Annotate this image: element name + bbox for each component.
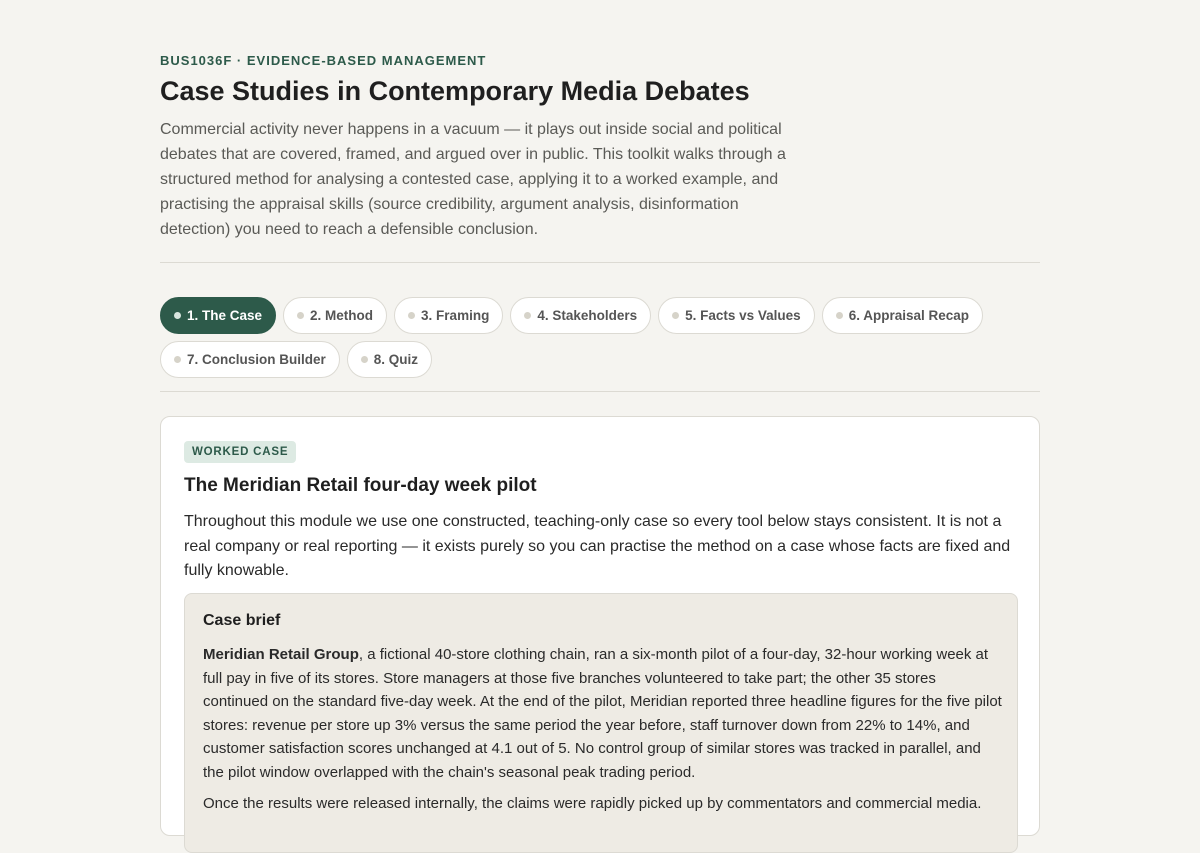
tab-appraisal-recap[interactable]: 6. Appraisal Recap bbox=[821, 297, 983, 334]
tab-dot-icon bbox=[672, 312, 680, 319]
case-brief-body: Meridian Retail Group, a fictional 40-st… bbox=[203, 643, 1003, 784]
tab-method[interactable]: 2. Method bbox=[283, 297, 388, 334]
tab-label: 5. Facts vs Values bbox=[685, 308, 801, 323]
tab-label: 3. Framing bbox=[421, 308, 490, 323]
tab-dot-icon bbox=[835, 312, 843, 319]
tab-dot-icon bbox=[524, 312, 532, 319]
tab-label: 4. Stakeholders bbox=[537, 308, 638, 323]
tab-dot-icon bbox=[297, 312, 305, 319]
case-title: The Meridian Retail four-day week pilot bbox=[184, 475, 537, 496]
tab-facts-vs-values[interactable]: 5. Facts vs Values bbox=[658, 297, 815, 334]
tab-label: 2. Method bbox=[310, 308, 374, 323]
case-card: WORKED CASE The Meridian Retail four-day… bbox=[160, 416, 1040, 853]
tab-label: 8. Quiz bbox=[373, 352, 419, 367]
tab-conclusion-builder[interactable]: 7. Conclusion Builder bbox=[160, 341, 340, 378]
tab-quiz[interactable]: 8. Quiz bbox=[346, 341, 433, 378]
worked-case-badge: WORKED CASE bbox=[184, 441, 297, 463]
tab-dot-icon bbox=[174, 312, 181, 319]
tab-label: 1. The Case bbox=[187, 308, 263, 323]
page-intro: Commercial activity never happens in a v… bbox=[160, 121, 786, 238]
tab-label: 7. Conclusion Builder bbox=[187, 352, 326, 367]
tab-the-case[interactable]: 1. The Case bbox=[160, 297, 277, 334]
case-brief-title: Case brief bbox=[203, 612, 281, 629]
course-code: BUS1036F · EVIDENCE-BASED MANAGEMENT bbox=[160, 53, 487, 68]
tab-dot-icon bbox=[174, 356, 181, 363]
tab-dot-icon bbox=[408, 312, 416, 319]
divider bbox=[160, 391, 1040, 392]
tab-label: 6. Appraisal Recap bbox=[848, 308, 969, 323]
tab-stakeholders[interactable]: 4. Stakeholders bbox=[510, 297, 652, 334]
company-name: Meridian Retail Group bbox=[203, 646, 359, 663]
case-brief-followup: Once the results were released internall… bbox=[203, 795, 982, 812]
tab-dot-icon bbox=[360, 356, 368, 363]
divider bbox=[160, 262, 1040, 263]
case-brief-text: , a fictional 40-store clothing chain, r… bbox=[203, 646, 1002, 781]
page-title: Case Studies in Contemporary Media Debat… bbox=[160, 76, 750, 106]
case-brief: Case brief Meridian Retail Group, a fict… bbox=[184, 593, 1018, 853]
tab-framing[interactable]: 3. Framing bbox=[394, 297, 504, 334]
case-intro: Throughout this module we use one constr… bbox=[184, 513, 1011, 579]
tab-bar: 1. The Case 2. Method 3. Framing 4. Stak… bbox=[160, 297, 1040, 378]
